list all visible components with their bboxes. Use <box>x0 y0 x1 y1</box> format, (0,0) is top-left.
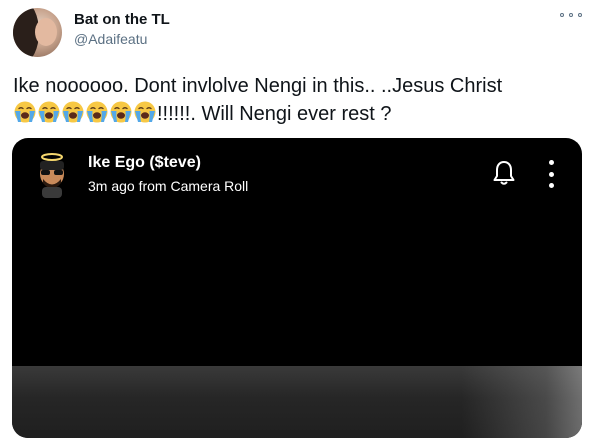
more-options-icon[interactable] <box>560 9 582 21</box>
loudly-crying-face-icon <box>37 100 61 124</box>
tweet-text: Ike noooooo. Dont invlolve Nengi in this… <box>13 72 583 128</box>
author-name[interactable]: Bat on the TL <box>74 11 170 28</box>
poster-meta: 3m ago from Camera Roll <box>88 178 249 194</box>
media-more-icon[interactable] <box>548 160 554 188</box>
emoji-row <box>13 100 157 125</box>
loudly-crying-face-icon <box>133 100 157 124</box>
loudly-crying-face-icon <box>85 100 109 124</box>
bell-icon[interactable] <box>492 160 516 186</box>
tweet-line-2: !!!!!!. Will Nengi ever rest ? <box>157 103 392 125</box>
tweet-line-1: Ike noooooo. Dont invlolve Nengi in this… <box>13 75 503 97</box>
loudly-crying-face-icon <box>109 100 133 124</box>
poster-name: Ike Ego ($teve) <box>88 154 201 171</box>
bitmoji-avatar-icon <box>40 153 64 198</box>
loudly-crying-face-icon <box>13 100 37 124</box>
tweet-avatar[interactable] <box>13 8 62 57</box>
video-frame-preview <box>12 366 582 438</box>
author-handle[interactable]: @Adaifeatu <box>74 31 147 47</box>
embedded-media[interactable]: Ike Ego ($teve) 3m ago from Camera Roll <box>12 138 582 438</box>
loudly-crying-face-icon <box>61 100 85 124</box>
